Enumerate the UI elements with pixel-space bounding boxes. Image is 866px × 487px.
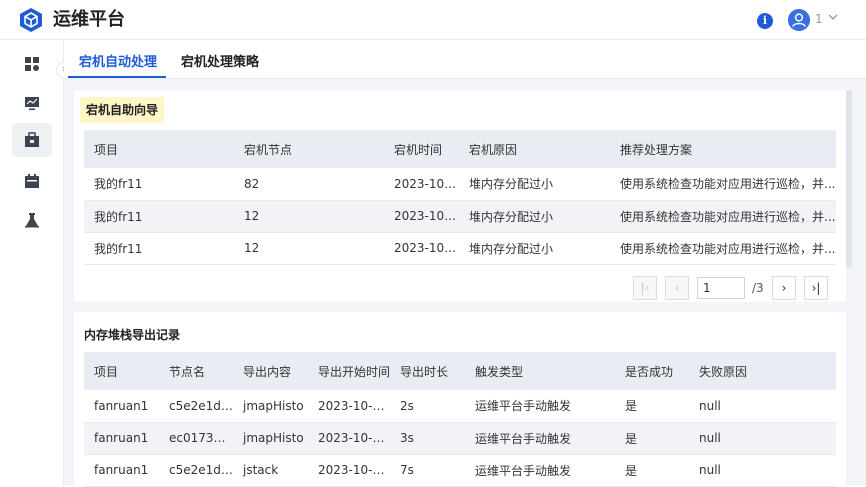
column-header[interactable]: 失败原因 — [689, 352, 836, 390]
table-cell: c5e2e1d1... — [159, 454, 233, 487]
table-cell: 是 — [615, 454, 689, 487]
table-cell: 我的fr11 — [84, 232, 234, 265]
dump-records-title: 内存堆栈导出记录 — [84, 328, 181, 342]
table-cell: jmapHisto — [233, 422, 308, 455]
table-row[interactable]: fanruan1 c5e2e1d1... jstack 2023-10-1...… — [84, 454, 836, 487]
table-row[interactable]: 我的fr11 82 2023-10-1... 堆内存分配过小 使用系统检查功能对… — [84, 168, 836, 201]
toolbox-icon — [25, 132, 39, 147]
table-cell: 使用系统检查功能对应用进行巡检，并... — [610, 200, 836, 233]
column-header[interactable]: 宕机原因 — [459, 130, 610, 168]
calendar-icon — [25, 174, 39, 188]
table-cell: jmapHisto — [233, 390, 308, 423]
info-icon[interactable]: i — [757, 13, 773, 29]
app-title: 运维平台 — [53, 9, 125, 30]
table-cell: null — [689, 390, 836, 423]
table-row[interactable]: 我的fr11 12 2023-10-1... 堆内存分配过小 使用系统检查功能对… — [84, 200, 836, 233]
table-cell: 我的fr11 — [84, 200, 234, 233]
table-cell: 运维平台手动触发 — [465, 390, 615, 423]
column-header[interactable]: 项目 — [84, 352, 159, 390]
prev-page-button[interactable]: ‹ — [665, 276, 689, 300]
column-header[interactable]: 导出开始时间 — [308, 352, 390, 390]
first-page-button[interactable]: |‹ — [633, 276, 657, 300]
table-cell: 堆内存分配过小 — [459, 200, 610, 233]
table-cell: 3s — [390, 422, 465, 455]
column-header[interactable]: 推荐处理方案 — [610, 130, 836, 168]
table-cell: 是 — [615, 390, 689, 423]
monitor-icon — [25, 97, 39, 110]
user-avatar-icon[interactable] — [788, 9, 810, 31]
top-bar: 运维平台 i 1 — [0, 0, 866, 40]
table-cell: 12 — [234, 232, 384, 265]
scrollbar[interactable] — [846, 90, 852, 268]
column-header[interactable]: 导出时长 — [390, 352, 465, 390]
table-cell: null — [689, 422, 836, 455]
sidebar — [0, 40, 64, 486]
column-header[interactable]: 项目 — [84, 130, 234, 168]
wizard-table: 项目 宕机节点 宕机时间 宕机原因 推荐处理方案 我的fr11 82 2023-… — [84, 130, 836, 265]
table-cell: 82 — [234, 168, 384, 201]
active-tab-indicator — [68, 76, 166, 78]
table-cell: c5e2e1d1... — [159, 390, 233, 423]
table-cell: 我的fr11 — [84, 168, 234, 201]
wizard-title: 宕机自助向导 — [80, 97, 165, 123]
last-page-button[interactable]: ›| — [804, 276, 828, 300]
table-cell: 堆内存分配过小 — [459, 232, 610, 265]
tab-auto-handling[interactable]: 宕机自动处理 — [79, 51, 157, 70]
dump-records-table: 项目 节点名 导出内容 导出开始时间 导出时长 触发类型 是否成功 失败原因 f… — [84, 352, 836, 487]
table-cell: 12 — [234, 200, 384, 233]
table-header-row: 项目 宕机节点 宕机时间 宕机原因 推荐处理方案 — [84, 130, 836, 168]
table-header-row: 项目 节点名 导出内容 导出开始时间 导出时长 触发类型 是否成功 失败原因 — [84, 352, 836, 390]
page-total: /3 — [752, 281, 764, 295]
flask-icon — [25, 213, 39, 228]
sidebar-item-monitor[interactable] — [12, 86, 52, 120]
table-cell: 7s — [390, 454, 465, 487]
dashboard-icon — [25, 57, 39, 71]
user-name[interactable]: 1 — [815, 12, 823, 26]
table-cell: 2023-10-1... — [308, 454, 390, 487]
column-header[interactable]: 宕机时间 — [384, 130, 459, 168]
table-row[interactable]: fanruan1 c5e2e1d1... jmapHisto 2023-10-1… — [84, 390, 836, 423]
table-row[interactable]: fanruan1 ec017397... jmapHisto 2023-10-1… — [84, 422, 836, 455]
column-header[interactable]: 导出内容 — [233, 352, 308, 390]
table-cell: 2023-10-1... — [384, 168, 459, 201]
chevron-down-icon[interactable] — [826, 10, 840, 24]
sidebar-item-dashboard[interactable] — [12, 47, 52, 81]
table-cell: 2023-10-1... — [384, 232, 459, 265]
table-cell: 运维平台手动触发 — [465, 422, 615, 455]
table-cell: 使用系统检查功能对应用进行巡检，并... — [610, 232, 836, 265]
table-cell: 2023-10-1... — [384, 200, 459, 233]
table-cell: fanruan1 — [84, 390, 159, 423]
column-header[interactable]: 节点名 — [159, 352, 233, 390]
tab-handling-strategy[interactable]: 宕机处理策略 — [181, 51, 259, 70]
table-cell: 2s — [390, 390, 465, 423]
table-cell: 使用系统检查功能对应用进行巡检，并... — [610, 168, 836, 201]
tab-bar: 宕机自动处理 宕机处理策略 — [64, 40, 866, 79]
cube-logo-icon[interactable] — [18, 7, 44, 33]
table-cell: null — [689, 454, 836, 487]
column-header[interactable]: 宕机节点 — [234, 130, 384, 168]
table-row[interactable]: 我的fr11 12 2023-10-1... 堆内存分配过小 使用系统检查功能对… — [84, 232, 836, 265]
table-cell: fanruan1 — [84, 454, 159, 487]
table-cell: ec017397... — [159, 422, 233, 455]
table-cell: 是 — [615, 422, 689, 455]
sidebar-item-lab[interactable] — [12, 203, 52, 237]
table-cell: 堆内存分配过小 — [459, 168, 610, 201]
column-header[interactable]: 触发类型 — [465, 352, 615, 390]
table-cell: fanruan1 — [84, 422, 159, 455]
table-cell: 2023-10-1... — [308, 422, 390, 455]
sidebar-item-toolbox[interactable] — [12, 123, 52, 157]
sidebar-item-calendar[interactable] — [12, 164, 52, 198]
page-number-input[interactable] — [697, 277, 745, 299]
table-cell: 2023-10-1... — [308, 390, 390, 423]
table-cell: jstack — [233, 454, 308, 487]
next-page-button[interactable]: › — [772, 276, 796, 300]
table-cell: 运维平台手动触发 — [465, 454, 615, 487]
column-header[interactable]: 是否成功 — [615, 352, 689, 390]
